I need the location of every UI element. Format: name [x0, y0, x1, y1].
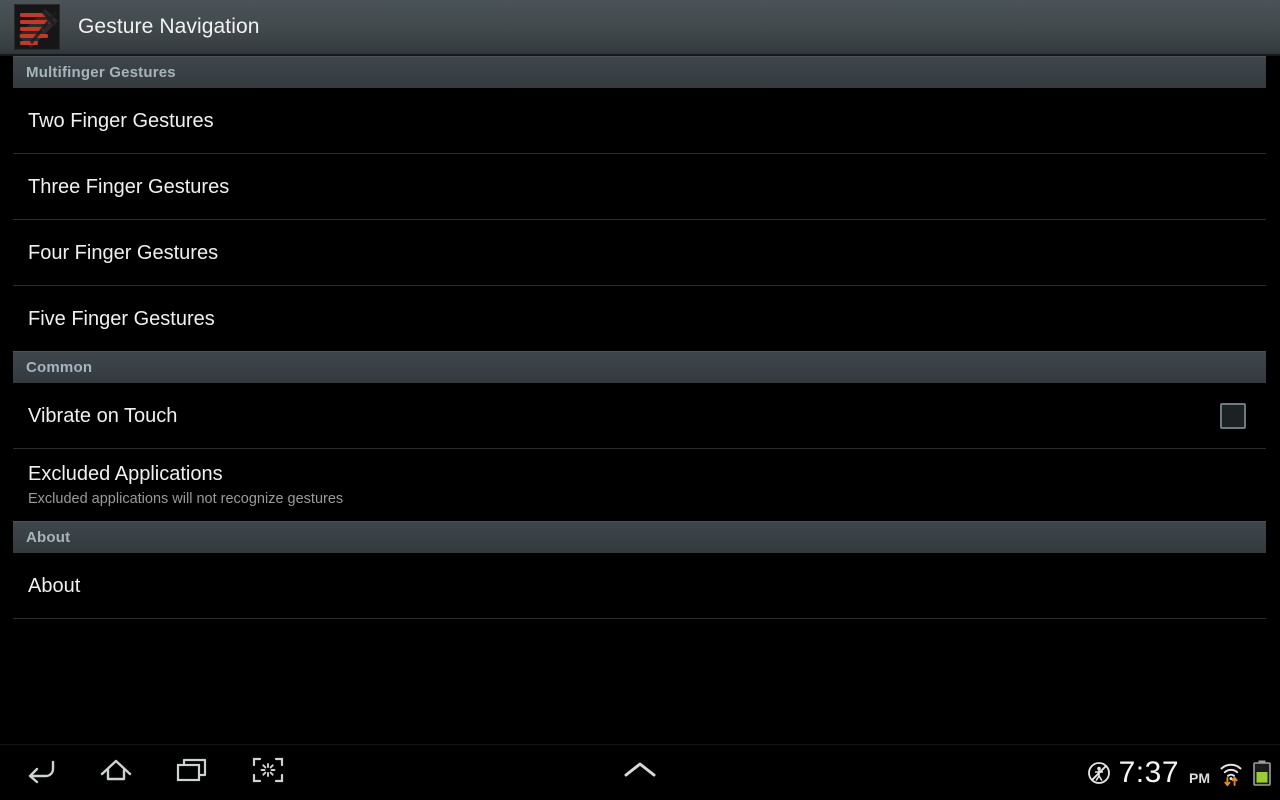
back-button[interactable]: [14, 748, 66, 798]
status-area[interactable]: 7:37 PM: [1086, 745, 1272, 800]
list-item-excluded-applications[interactable]: Excluded Applications Excluded applicati…: [0, 449, 1280, 521]
list-item-title: Four Finger Gestures: [28, 241, 219, 264]
section-header-common: Common: [13, 351, 1266, 383]
navigation-bar: 7:37 PM: [0, 744, 1280, 800]
list-divider: [13, 618, 1266, 619]
gesture-navigation-app-icon: [14, 4, 60, 50]
list-item-title: Three Finger Gestures: [28, 175, 230, 198]
list-item-title: Two Finger Gestures: [28, 109, 214, 132]
list-item-title: Excluded Applications: [28, 463, 223, 485]
list-item-two-finger-gestures[interactable]: Two Finger Gestures: [0, 88, 1280, 153]
screenshot-button[interactable]: [242, 748, 294, 798]
section-header-label: Common: [26, 359, 93, 376]
home-icon: [98, 755, 134, 790]
home-button[interactable]: [90, 748, 142, 798]
title-bar: Gesture Navigation: [0, 0, 1280, 56]
vibrate-on-touch-checkbox[interactable]: [1220, 402, 1246, 429]
chevron-up-icon: [618, 757, 662, 788]
nav-buttons-group: [0, 748, 294, 798]
status-clock: 7:37: [1118, 755, 1179, 789]
list-item-summary: Excluded applications will not recognize…: [28, 491, 344, 507]
recent-apps-button[interactable]: [166, 748, 218, 798]
no-person-icon: [1086, 760, 1112, 786]
recent-apps-icon: [174, 755, 210, 790]
list-item-title: About: [28, 574, 81, 597]
section-header-about: About: [13, 521, 1266, 553]
page-title: Gesture Navigation: [78, 15, 260, 38]
screenshot-icon: [251, 755, 285, 790]
list-item-title: Vibrate on Touch: [28, 404, 178, 427]
status-clock-ampm: PM: [1189, 769, 1210, 786]
section-header-label: Multifinger Gestures: [26, 64, 176, 81]
android-settings-screen: Gesture Navigation Multifinger Gestures …: [0, 0, 1280, 800]
section-header-label: About: [26, 529, 71, 546]
list-item-vibrate-on-touch[interactable]: Vibrate on Touch: [0, 383, 1280, 448]
notification-drawer-button[interactable]: [614, 748, 666, 798]
settings-list: Multifinger Gestures Two Finger Gestures…: [0, 56, 1280, 744]
list-item-four-finger-gestures[interactable]: Four Finger Gestures: [0, 220, 1280, 285]
list-item-title: Five Finger Gestures: [28, 307, 215, 330]
back-arrow-icon: [23, 755, 57, 790]
wifi-icon: [1217, 759, 1245, 787]
list-item-three-finger-gestures[interactable]: Three Finger Gestures: [0, 154, 1280, 219]
battery-icon: [1252, 759, 1272, 787]
list-item-about[interactable]: About: [0, 553, 1280, 618]
section-header-multifinger-gestures: Multifinger Gestures: [13, 56, 1266, 88]
list-item-five-finger-gestures[interactable]: Five Finger Gestures: [0, 286, 1280, 351]
